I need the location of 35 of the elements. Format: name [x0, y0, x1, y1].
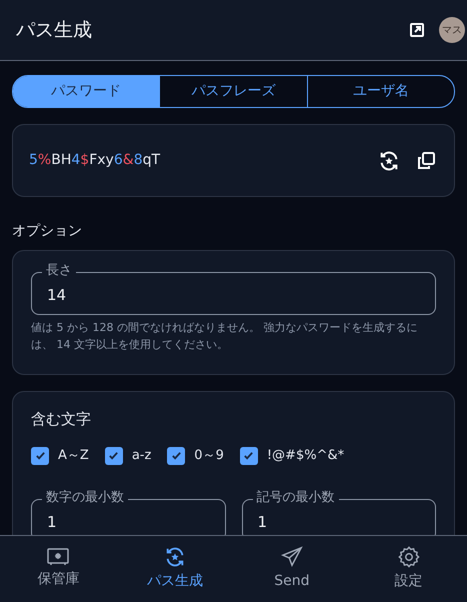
field-label: 記号の最小数 — [252, 490, 338, 506]
copy-icon[interactable] — [416, 150, 436, 170]
check-icon — [170, 450, 182, 462]
checkbox[interactable] — [31, 446, 49, 465]
generated-password: 5%BH4$Fxy6&8qT — [29, 151, 162, 170]
field-label: 長さ — [42, 263, 76, 279]
popout-icon[interactable] — [409, 22, 425, 38]
tab[interactable]: パスフレーズ — [159, 76, 307, 107]
avatar[interactable]: マス — [439, 17, 465, 43]
section-heading: オプション — [12, 222, 83, 241]
check-icon — [108, 450, 120, 462]
checkbox[interactable] — [167, 446, 186, 465]
vault-icon — [47, 548, 70, 566]
tab[interactable]: ユーザ名 — [306, 76, 454, 107]
regenerate-icon[interactable] — [378, 150, 400, 172]
paper-plane-icon — [280, 546, 303, 568]
regenerate-icon — [164, 546, 186, 568]
nav-tab[interactable]: パス生成 — [116, 536, 234, 602]
nav-tab[interactable]: 設定 — [350, 536, 467, 602]
checkbox[interactable] — [104, 446, 123, 465]
settings-icon — [398, 546, 420, 568]
field-label: 数字の最小数 — [42, 490, 128, 506]
nav-tab[interactable]: Send — [234, 536, 350, 602]
check-icon — [243, 450, 254, 462]
hint-text: 値は 5 から 128 の間でなければなりません。 強力なパスワードを生成するには、 14 文字以上を使用してください。 — [31, 320, 418, 354]
checkbox-label: a-z — [132, 447, 152, 466]
section-heading: 含む文字 — [31, 408, 92, 430]
checkbox[interactable] — [240, 446, 258, 465]
nav-tab[interactable]: 保管庫 — [0, 536, 117, 602]
tab[interactable]: パスワード — [13, 76, 160, 107]
check-icon — [34, 450, 46, 462]
checkbox-label: A～Z — [58, 447, 89, 466]
checkbox-label: 0～9 — [194, 447, 224, 466]
page-title: パス生成 — [16, 18, 93, 43]
checkbox-label: !@#$%^&* — [266, 447, 344, 466]
